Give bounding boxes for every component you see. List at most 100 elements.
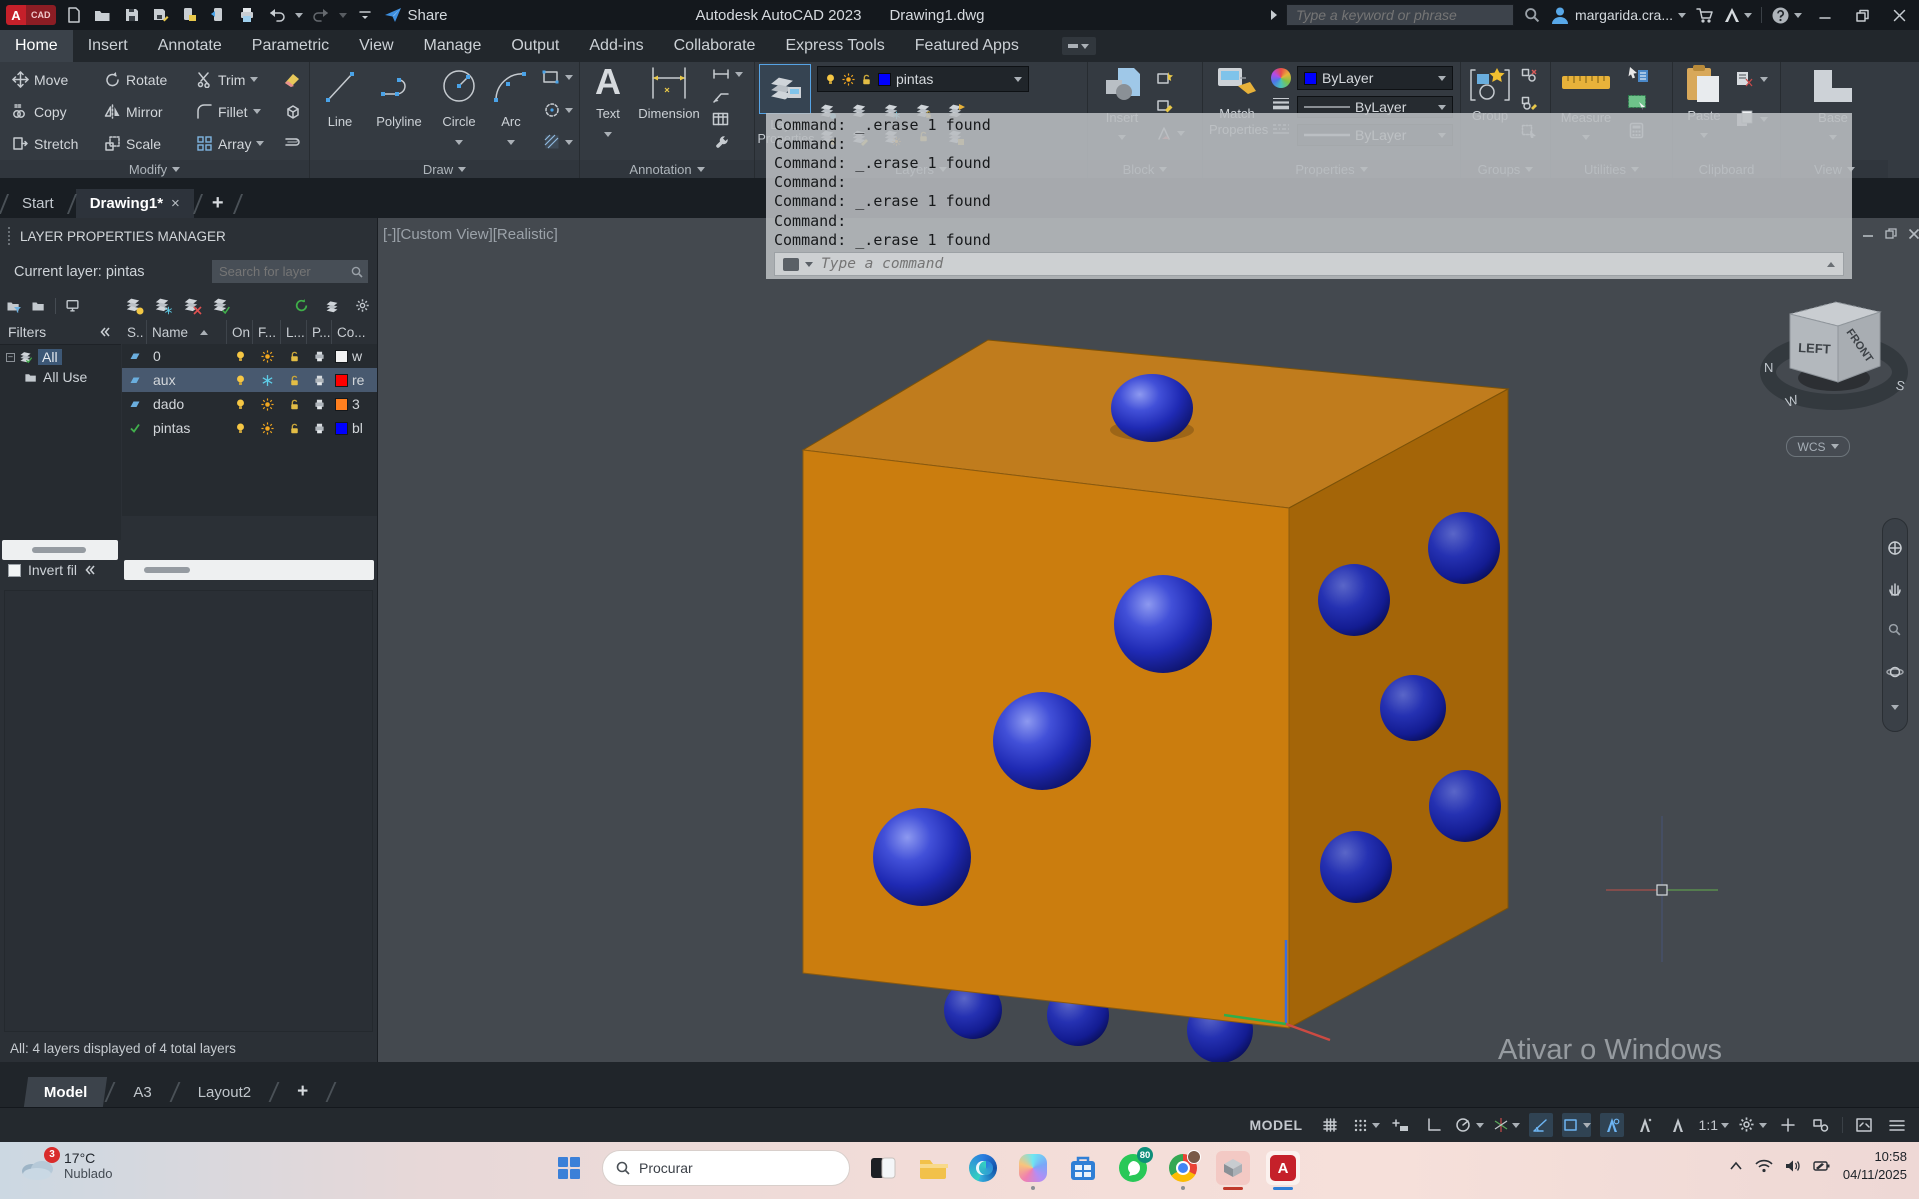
copy-button[interactable]: Copy [12,103,67,120]
color-swatch[interactable] [335,374,348,387]
restore-button[interactable] [1848,1,1876,29]
autocad-taskbar-icon[interactable]: A [1266,1151,1300,1185]
annotation-scale-icon[interactable] [1666,1113,1690,1137]
command-prompt-icon[interactable] [783,258,799,271]
tab-annotate[interactable]: Annotate [143,30,237,62]
start-button[interactable] [552,1151,586,1185]
filter-all[interactable]: – All [0,345,121,365]
workspace-settings[interactable] [1738,1113,1767,1137]
ungroup-icon[interactable] [1521,68,1537,82]
unlock-icon[interactable] [288,374,301,387]
layer-search-input[interactable] [217,263,350,280]
tab-drawing1[interactable]: Drawing1*× [76,189,194,218]
col-freeze[interactable]: F... [253,320,281,344]
grid-toggle[interactable] [1318,1113,1342,1137]
scale-dropdown-icon[interactable] [1721,1123,1729,1128]
panel-label-annotation[interactable]: Annotation [580,160,754,178]
navbar-more-icon[interactable] [1891,705,1899,710]
tab-express-tools[interactable]: Express Tools [770,30,899,62]
tab-a3[interactable]: A3 [115,1077,169,1107]
color-swatch[interactable] [335,422,348,435]
viewcube[interactable]: N W S LEFT FRONT [1760,294,1919,454]
clock-widget[interactable]: 10:58 04/11/2025 [1843,1148,1907,1183]
fillet-button[interactable]: Fillet [196,103,261,120]
scale-button[interactable]: Scale [104,135,161,152]
col-color[interactable]: Co... [332,320,378,344]
isometric-drafting-toggle[interactable] [1493,1113,1520,1137]
stretch-button[interactable]: Stretch [12,135,78,152]
app-store-menu[interactable] [1724,6,1752,24]
command-input-row[interactable] [774,252,1844,276]
status-menu-icon[interactable] [1885,1113,1909,1137]
palette-grip-icon[interactable] [8,227,12,245]
cmd-close-icon[interactable] [1908,228,1919,240]
color-swatch[interactable] [335,350,348,363]
freeze-icon[interactable] [261,374,274,387]
cut-icon[interactable] [1735,70,1768,88]
table-icon[interactable] [712,112,729,126]
collapse-filters-icon[interactable] [99,326,113,338]
on-icon[interactable] [234,398,247,411]
unlock-icon[interactable] [288,422,301,435]
arc-dropdown-icon[interactable] [507,140,515,145]
on-icon[interactable] [234,350,247,363]
dimension-button[interactable]: Dimension [634,64,704,121]
object-snap-toggle[interactable] [1562,1113,1591,1137]
move-button[interactable]: Move [12,71,68,88]
circle-button[interactable]: Circle [434,66,484,148]
set-current-layer-icon[interactable] [212,296,232,316]
volume-icon[interactable] [1785,1159,1801,1173]
panel-label-modify[interactable]: Modify [0,160,309,178]
invert-filter-checkbox[interactable] [8,564,21,577]
plot-icon[interactable] [313,350,326,363]
customization-plus[interactable] [1776,1113,1800,1137]
arc-button[interactable]: Arc [488,66,534,148]
redo-dropdown-icon[interactable] [339,13,347,18]
leader-icon[interactable] [712,90,730,104]
edit-block-icon[interactable] [1156,98,1174,113]
wcs-button[interactable]: WCS [1786,436,1850,457]
group-edit-icon[interactable] [1521,96,1537,110]
tab-featured-apps[interactable]: Featured Apps [900,30,1034,62]
plot-icon[interactable] [313,398,326,411]
command-options-icon[interactable] [805,262,813,267]
ribbon-collapse-button[interactable] [1062,37,1096,55]
new-group-filter-icon[interactable] [31,299,46,314]
search-icon[interactable] [1523,6,1541,24]
delete-layer-icon[interactable] [183,296,203,316]
color-wheel-icon[interactable] [1271,68,1291,88]
on-icon[interactable] [234,374,247,387]
plot-icon[interactable] [237,4,259,26]
linear-dim-icon[interactable] [712,68,743,80]
thaw-icon[interactable] [261,350,274,363]
tab-manage[interactable]: Manage [409,30,497,62]
cart-icon[interactable] [1695,6,1715,24]
text-dropdown-icon[interactable] [604,132,612,137]
lineweight-icon[interactable] [1271,96,1291,110]
palette-layers-icon[interactable] [325,299,340,314]
new-file-icon[interactable] [63,4,85,26]
scale-selector[interactable]: 1:1 [1699,1113,1729,1137]
edge-icon[interactable] [966,1151,1000,1185]
whatsapp-icon[interactable]: 80 [1116,1151,1150,1185]
weather-widget[interactable]: 3 17°C Nublado [18,1150,112,1181]
circle-dropdown-icon[interactable] [455,140,463,145]
orbit-icon[interactable] [1886,664,1904,680]
store-icon[interactable] [1066,1151,1100,1185]
create-block-icon[interactable] [1156,70,1174,86]
help-search-box[interactable] [1286,4,1514,26]
polar-dropdown-icon[interactable] [1476,1123,1484,1128]
object-snap-tracking-toggle[interactable] [1529,1113,1553,1137]
text-button[interactable]: A Text [586,64,630,140]
command-expand-icon[interactable] [1827,262,1835,267]
annotation-visibility-toggle[interactable] [1600,1113,1624,1137]
tab-model[interactable]: Model [24,1077,108,1107]
customize-qat-icon[interactable] [354,4,376,26]
clean-screen-button[interactable] [1852,1113,1876,1137]
autoscale-toggle[interactable] [1633,1113,1657,1137]
eraser-icon[interactable] [282,71,302,89]
line-button[interactable]: Line [316,66,364,129]
pen-battery-icon[interactable] [1813,1159,1831,1173]
palette-settings-icon[interactable] [355,298,371,314]
collapse-invert-icon[interactable] [84,564,98,576]
